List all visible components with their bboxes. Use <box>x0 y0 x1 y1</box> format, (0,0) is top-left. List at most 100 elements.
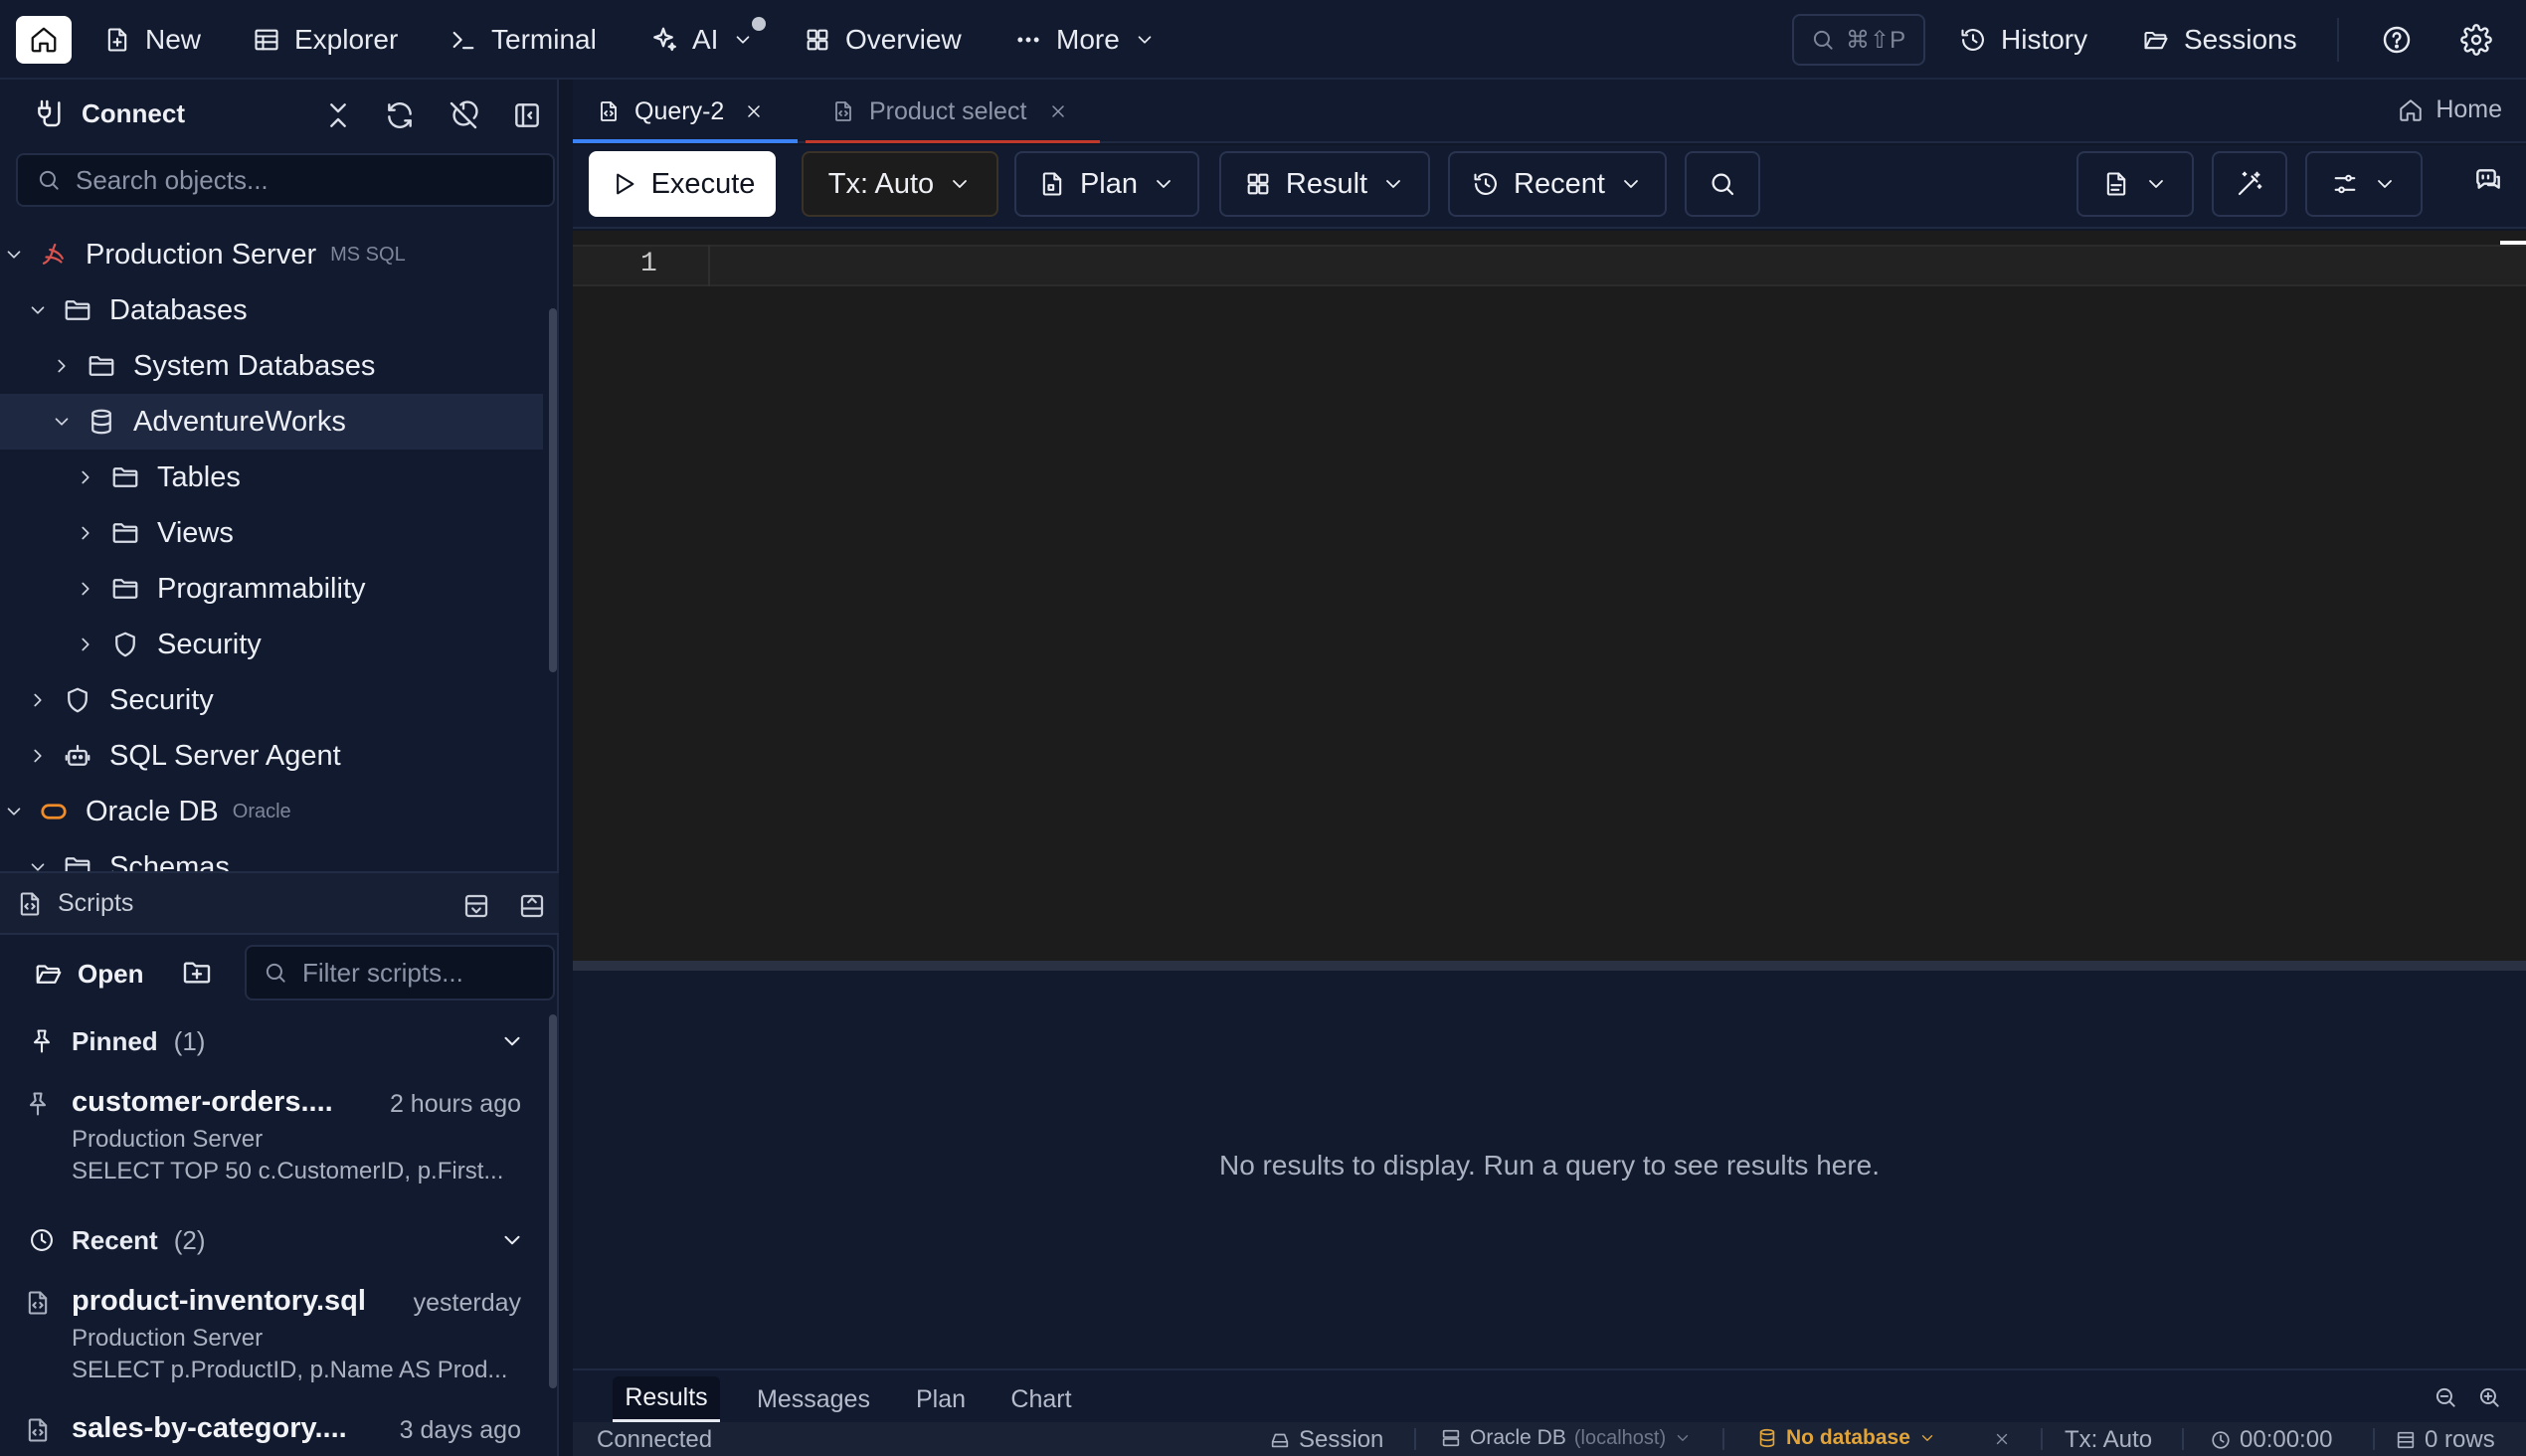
collapse-all-icon[interactable] <box>322 99 354 131</box>
plug-icon <box>34 97 66 129</box>
chevron-down-icon[interactable] <box>499 1227 525 1253</box>
chevron-right-icon[interactable] <box>24 689 52 711</box>
tree-item-views[interactable]: Views <box>0 505 543 561</box>
explorer-button[interactable]: Explorer <box>253 18 398 62</box>
chevron-right-icon[interactable] <box>24 745 52 767</box>
chevron-down-icon[interactable] <box>24 856 52 871</box>
connection-selector[interactable]: Oracle DB (localhost) <box>1440 1426 1692 1450</box>
sql-editor[interactable]: 1 <box>573 231 2526 961</box>
scripts-title: Scripts <box>16 889 133 918</box>
chevron-down-icon[interactable] <box>24 299 52 321</box>
plan-dropdown[interactable]: Plan <box>1014 151 1199 217</box>
disconnect-icon[interactable] <box>448 99 479 131</box>
open-script-button[interactable]: Open <box>34 949 143 999</box>
pinned-section-header[interactable]: Pinned (1) <box>28 1016 525 1066</box>
chevron-right-icon[interactable] <box>48 355 76 377</box>
tree-item-oracle-db[interactable]: Oracle DB Oracle <box>0 784 543 839</box>
tab-chart[interactable]: Chart <box>996 1376 1086 1422</box>
tab-results[interactable]: Results <box>613 1376 720 1422</box>
session-indicator[interactable]: Session <box>1269 1426 1383 1454</box>
tree-item-production-server[interactable]: Production Server MS SQL <box>0 227 543 282</box>
recent-script-item[interactable]: product-inventory.sql yesterday Producti… <box>24 1285 521 1394</box>
code-input-area[interactable] <box>708 245 2526 286</box>
tree-item-adventureworks[interactable]: AdventureWorks <box>0 394 543 450</box>
chevron-down-icon[interactable] <box>48 411 76 433</box>
settings-button[interactable] <box>2460 18 2492 62</box>
tree-item-db-security[interactable]: Security <box>0 617 543 672</box>
new-file-icon <box>103 26 131 54</box>
recent-script-item[interactable]: sales-by-category.... 3 days ago <box>24 1412 521 1456</box>
table-icon <box>253 26 280 54</box>
chevron-down-icon[interactable] <box>0 244 28 266</box>
chevron-down-icon[interactable] <box>0 801 28 822</box>
terminal-button[interactable]: Terminal <box>450 18 597 62</box>
filter-scripts-input[interactable] <box>302 957 553 989</box>
divider <box>2041 1428 2043 1450</box>
search-icon <box>36 167 62 193</box>
close-icon[interactable] <box>1993 1430 2011 1448</box>
overview-button[interactable]: Overview <box>804 18 962 62</box>
help-button[interactable] <box>2381 18 2413 62</box>
chevron-right-icon[interactable] <box>72 466 99 488</box>
more-label: More <box>1056 24 1120 55</box>
server-type-tag: MS SQL <box>330 243 406 266</box>
transaction-mode-dropdown[interactable]: Tx: Auto <box>802 151 998 217</box>
execute-button[interactable]: Execute <box>589 151 776 217</box>
search-objects-field[interactable] <box>16 153 555 207</box>
tree-item-label: Schemas <box>109 850 230 872</box>
database-selector[interactable]: No database <box>1756 1426 1936 1450</box>
chat-assistant-icon[interactable] <box>2472 165 2504 197</box>
panel-maximize-icon[interactable] <box>461 891 491 921</box>
find-button[interactable] <box>1685 151 1760 217</box>
pane-splitter[interactable] <box>573 961 2526 971</box>
new-folder-icon[interactable] <box>181 957 213 989</box>
tree-item-programmability[interactable]: Programmability <box>0 561 543 617</box>
history-button[interactable]: History <box>1959 18 2087 62</box>
search-objects-input[interactable] <box>76 164 553 196</box>
tree-item-server-security[interactable]: Security <box>0 672 543 728</box>
close-icon[interactable] <box>744 101 764 121</box>
chevron-down-icon <box>732 29 754 51</box>
pinned-script-item[interactable]: customer-orders.... 2 hours ago Producti… <box>24 1086 521 1195</box>
more-button[interactable]: More <box>1014 18 1156 62</box>
zoom-in-icon[interactable] <box>2476 1384 2502 1410</box>
chevron-right-icon[interactable] <box>72 634 99 655</box>
sidebar-toggle-icon[interactable] <box>511 99 543 131</box>
chevron-down-icon[interactable] <box>499 1028 525 1054</box>
folder-icon <box>84 351 119 381</box>
beautify-button[interactable] <box>2212 151 2287 217</box>
status-tx-mode[interactable]: Tx: Auto <box>2065 1426 2152 1454</box>
recent-section-header[interactable]: Recent (2) <box>28 1215 525 1265</box>
scripts-scrollbar[interactable] <box>549 1014 557 1388</box>
tree-item-schemas[interactable]: Schemas <box>0 839 543 871</box>
home-button[interactable] <box>16 16 72 64</box>
ai-button[interactable]: AI <box>648 18 754 62</box>
close-icon[interactable] <box>1048 101 1068 121</box>
tab-plan[interactable]: Plan <box>901 1376 981 1422</box>
tab-query-2[interactable]: Query-2 <box>573 80 798 143</box>
recent-dropdown[interactable]: Recent <box>1448 151 1667 217</box>
format-dropdown[interactable] <box>2076 151 2194 217</box>
new-button[interactable]: New <box>103 18 201 62</box>
pinned-count: (1) <box>173 1025 206 1056</box>
tab-messages[interactable]: Messages <box>742 1376 885 1422</box>
tree-scrollbar[interactable] <box>549 308 557 672</box>
server-type-tag: Oracle <box>232 800 291 822</box>
result-dropdown[interactable]: Result <box>1219 151 1430 217</box>
sessions-button[interactable]: Sessions <box>2142 18 2297 62</box>
tree-item-sql-server-agent[interactable]: SQL Server Agent <box>0 728 543 784</box>
command-palette-button[interactable]: ⌘⇧P <box>1792 14 1925 66</box>
chevron-right-icon[interactable] <box>72 522 99 544</box>
tree-item-tables[interactable]: Tables <box>0 450 543 505</box>
connect-button[interactable]: Connect <box>34 97 185 129</box>
home-link[interactable]: Home <box>2398 95 2502 124</box>
tab-product-select[interactable]: Product select <box>806 80 1100 143</box>
zoom-out-icon[interactable] <box>2433 1384 2458 1410</box>
panel-collapse-icon[interactable] <box>517 891 547 921</box>
tree-item-databases[interactable]: Databases <box>0 282 543 338</box>
chevron-right-icon[interactable] <box>72 578 99 600</box>
refresh-icon[interactable] <box>384 99 416 131</box>
tree-item-system-databases[interactable]: System Databases <box>0 338 543 394</box>
filter-scripts-field[interactable] <box>245 945 555 1001</box>
options-dropdown[interactable] <box>2305 151 2423 217</box>
